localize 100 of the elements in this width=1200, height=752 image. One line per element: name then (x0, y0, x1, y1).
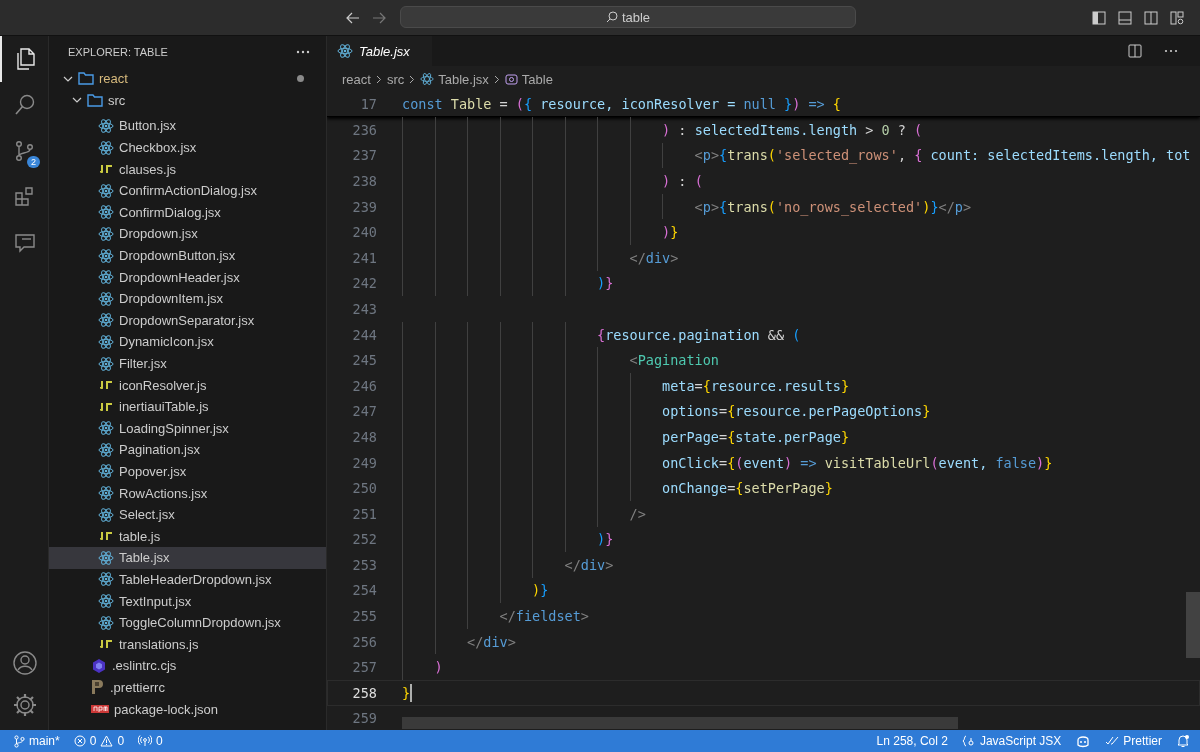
tree-item[interactable]: TableHeaderDropdown.jsx (49, 568, 326, 591)
tree-item[interactable]: RowActions.jsx (49, 482, 326, 504)
tree-item[interactable]: Table.jsx (49, 547, 326, 569)
code-line: </div> (629, 249, 679, 266)
tree-item[interactable]: Checkbox.jsx (49, 136, 326, 159)
line-number: 244 (351, 326, 377, 343)
code-line: meta={resource.results} (662, 377, 850, 394)
code-line: onChange={setPerPage} (662, 480, 833, 497)
tree-item[interactable]: DropdownSeparator.jsx (49, 309, 326, 332)
react-atom-icon (98, 441, 114, 458)
bell-icon[interactable] (1176, 734, 1190, 748)
tree-item[interactable]: TextInput.jsx (49, 590, 326, 612)
tree-item[interactable]: table.js (49, 525, 326, 548)
tree-item[interactable]: Button.jsx (49, 115, 326, 137)
language-mode[interactable]: JavaScript JSX (961, 734, 1062, 748)
forward-arrow-icon[interactable] (372, 11, 386, 24)
breadcrumb[interactable]: Table (504, 71, 553, 87)
folder-icon (87, 93, 103, 107)
more-icon[interactable] (296, 50, 310, 54)
line-number: 257 (351, 659, 377, 676)
vertical-scrollbar[interactable] (1186, 592, 1200, 658)
tree-item[interactable]: DropdownButton.jsx (49, 244, 326, 267)
tree-item[interactable]: Pagination.jsx (49, 439, 326, 461)
code-line: )} (597, 531, 614, 548)
line-number: 241 (351, 249, 377, 266)
broadcast-icon (138, 735, 153, 747)
tree-item[interactable]: src (49, 89, 326, 112)
notification-badge: 2 (27, 156, 40, 168)
code-line: ) : selectedItems.length > 0 ? ( (662, 121, 923, 138)
sidebar-toggle-icon[interactable] (1092, 10, 1106, 25)
code-line: options={resource.perPageOptions} (662, 403, 931, 420)
tree-item[interactable]: clauses.js (49, 158, 326, 180)
breadcrumb[interactable]: Table.jsx (420, 71, 489, 87)
search-icon[interactable] (13, 93, 37, 117)
line-number: 240 (351, 224, 377, 241)
react-atom-icon (98, 333, 114, 350)
code-line: <p>{trans('no_rows_selected')}</p> (694, 198, 972, 215)
npm-file-icon (91, 705, 109, 713)
ports-status[interactable]: 0 (138, 734, 163, 748)
react-atom-icon (98, 247, 114, 264)
formatter-status[interactable]: Prettier (1105, 734, 1162, 748)
react-atom-icon (98, 549, 114, 566)
tree-item[interactable]: Select.jsx (49, 503, 326, 526)
code-line: <Pagination (629, 352, 719, 369)
code-line: } (402, 684, 411, 701)
account-icon[interactable] (12, 650, 38, 676)
remote-explorer-icon[interactable] (13, 231, 37, 255)
line-number: 249 (351, 454, 377, 471)
line-number: 253 (351, 556, 377, 573)
sidebar-title: EXPLORER: TABLE (68, 46, 168, 58)
react-atom-icon (420, 72, 435, 86)
tree-item[interactable]: DynamicIcon.jsx (49, 331, 326, 353)
line-number: 239 (351, 198, 377, 215)
react-atom-icon (98, 139, 114, 156)
tree-item[interactable]: translations.js (49, 633, 326, 656)
panel-toggle-icon[interactable] (1118, 10, 1132, 25)
line-number: 255 (351, 608, 377, 625)
tree-item[interactable]: react (49, 68, 326, 90)
react-atom-icon (98, 182, 114, 199)
layout-icon[interactable] (1170, 10, 1184, 25)
horizontal-scrollbar[interactable] (402, 717, 958, 729)
symbol-icon (504, 73, 518, 85)
split-editor-icon[interactable] (1128, 44, 1142, 58)
tree-item[interactable]: .prettierrc (49, 676, 326, 699)
tree-item[interactable]: LoadingSpinner.jsx (49, 417, 326, 440)
braces-icon (961, 735, 976, 747)
line-number: 258 (351, 684, 377, 701)
tree-item[interactable]: inertiauiTable.js (49, 395, 326, 418)
settings-icon[interactable] (12, 692, 38, 718)
tree-item[interactable]: .eslintrc.cjs (49, 655, 326, 677)
branch-status[interactable]: main* (14, 734, 60, 748)
tree-item[interactable]: ConfirmActionDialog.jsx (49, 179, 326, 202)
tree-item[interactable]: DropdownHeader.jsx (49, 266, 326, 288)
cursor-position[interactable]: Ln 258, Col 2 (876, 734, 948, 748)
tree-item[interactable]: ToggleColumnDropdown.jsx (49, 611, 326, 634)
copilot-icon[interactable] (1075, 734, 1092, 748)
tree-item[interactable]: Filter.jsx (49, 352, 326, 375)
js-file-icon (98, 638, 114, 651)
code-line: )} (662, 224, 679, 241)
breadcrumb[interactable]: src (386, 71, 405, 87)
tree-item[interactable]: Popover.jsx (49, 460, 326, 483)
chevron-right-icon (409, 74, 416, 84)
line-number: 252 (351, 531, 377, 548)
breadcrumb[interactable]: react (342, 71, 371, 87)
split-layout-icon[interactable] (1144, 10, 1158, 25)
search-field[interactable]: table (400, 6, 856, 28)
tree-item[interactable]: DropdownItem.jsx (49, 287, 326, 310)
problems-status[interactable]: 0 0 (73, 734, 125, 748)
tree-item[interactable]: Dropdown.jsx (49, 223, 326, 245)
line-number: 250 (351, 480, 377, 497)
code-line: perPage={state.perPage} (662, 428, 850, 445)
tree-item[interactable]: iconResolver.js (49, 374, 326, 396)
back-arrow-icon[interactable] (346, 11, 360, 24)
code-line: const Table = ({ resource, iconResolver = null }) => { (402, 96, 841, 112)
tree-item[interactable]: ConfirmDialog.jsx (49, 201, 326, 224)
more-icon[interactable] (1164, 49, 1178, 53)
react-atom-icon (98, 463, 114, 480)
editor-tab[interactable]: Table.jsx (327, 36, 432, 66)
tree-item[interactable]: package-lock.json (49, 698, 326, 720)
react-atom-icon (98, 420, 114, 437)
